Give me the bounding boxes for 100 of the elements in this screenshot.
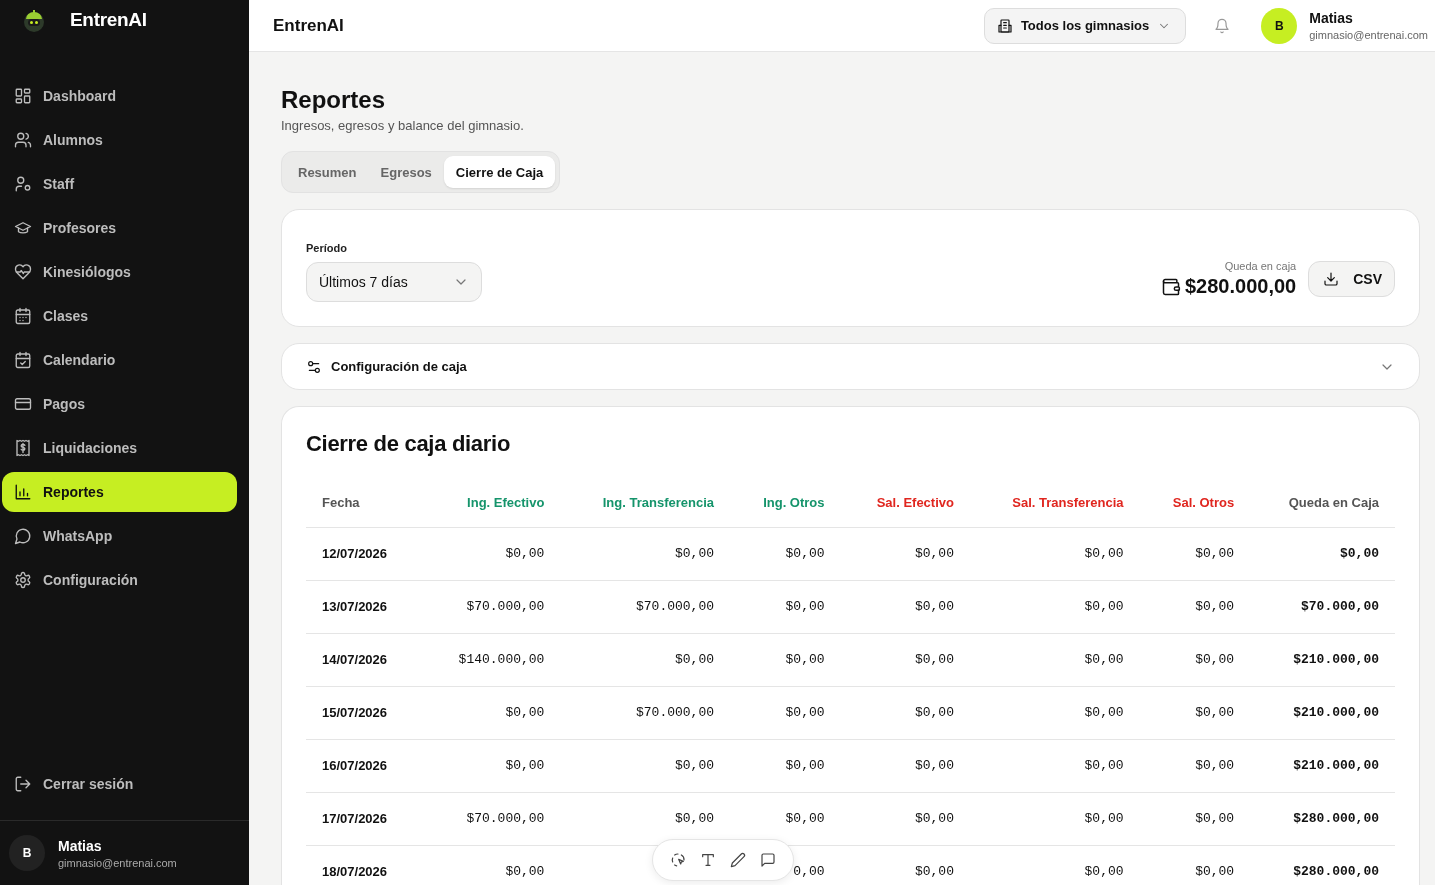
nav-item[interactable]: WhatsApp (2, 516, 237, 556)
table-cell: $0,00 (730, 580, 841, 633)
table-cell: $0,00 (969, 580, 1140, 633)
table-cell: $210.000,00 (1250, 739, 1395, 792)
lasso-select-icon (670, 852, 686, 868)
nav-item[interactable]: Dashboard (2, 76, 237, 116)
table-cell: $0,00 (420, 527, 561, 580)
csv-export-button[interactable]: CSV (1308, 261, 1395, 297)
column-header: Sal. Transferencia (969, 479, 1140, 527)
table-cell: $0,00 (840, 686, 970, 739)
table-cell: $70.000,00 (560, 686, 730, 739)
column-header: Sal. Otros (1139, 479, 1251, 527)
table-cell: 12/07/2026 (306, 527, 421, 580)
heart-pulse-icon (14, 263, 32, 281)
bell-icon (1214, 17, 1231, 34)
nav-item[interactable]: Calendario (2, 340, 237, 380)
table-cell: $0,00 (730, 686, 841, 739)
table-cell: $0,00 (840, 792, 970, 845)
robot-logo-icon (21, 8, 47, 32)
receipt-icon (14, 439, 32, 457)
nav-item[interactable]: Kinesiólogos (2, 252, 237, 292)
table-cell: $0,00 (1139, 739, 1251, 792)
nav-item[interactable]: Staff (2, 164, 237, 204)
period-label: Período (306, 242, 348, 254)
dashboard-icon (14, 87, 32, 105)
table-cell: $0,00 (560, 633, 730, 686)
nav-item[interactable]: Liquidaciones (2, 428, 237, 468)
table-cell: $0,00 (1250, 527, 1395, 580)
table-cell: $0,00 (420, 739, 561, 792)
table-cell: $0,00 (840, 527, 970, 580)
table-cell: 15/07/2026 (306, 686, 421, 739)
user-email: gimnasio@entrenai.com (58, 856, 177, 869)
table-cell: $0,00 (840, 580, 970, 633)
pencil-icon (730, 852, 746, 868)
table-cell: $0,00 (840, 739, 970, 792)
table-cell: $0,00 (840, 633, 970, 686)
balance-label: Queda en caja (1224, 260, 1297, 272)
page-subtitle: Ingresos, egresos y balance del gimnasio. (281, 118, 525, 133)
table-cell: $0,00 (420, 686, 561, 739)
table-cell: $0,00 (1139, 580, 1251, 633)
table-cell: $280.000,00 (1250, 845, 1395, 885)
column-header: Queda en Caja (1250, 479, 1395, 527)
building-icon (996, 17, 1013, 34)
download-icon (1323, 271, 1340, 287)
users-icon (14, 131, 32, 149)
column-header: Ing. Efectivo (420, 479, 561, 527)
gym-selector[interactable]: Todos los gimnasios (983, 7, 1187, 44)
table-title: Cierre de caja diario (306, 431, 512, 457)
credit-card-icon (14, 395, 32, 413)
text-tool-icon (700, 852, 716, 868)
column-header: Ing. Otros (730, 479, 841, 527)
table-cell: $0,00 (1139, 845, 1251, 885)
page-title: Reportes (281, 86, 387, 114)
table-cell: $0,00 (1139, 686, 1251, 739)
table-cell: $0,00 (969, 633, 1140, 686)
table-cell: $0,00 (1139, 792, 1251, 845)
cash-config-panel[interactable]: Configuración de caja (281, 343, 1420, 390)
table-cell: $280.000,00 (1250, 792, 1395, 845)
column-header: Ing. Transferencia (560, 479, 730, 527)
column-header: Fecha (306, 479, 421, 527)
nav-item[interactable]: Profesores (2, 208, 237, 248)
table-cell: $140.000,00 (420, 633, 561, 686)
user-gear-icon (14, 175, 32, 193)
table-cell: $0,00 (730, 633, 841, 686)
table-cell: $210.000,00 (1250, 686, 1395, 739)
chat-bubble-icon (14, 527, 32, 545)
user-email: gimnasio@entrenai.com (1309, 29, 1428, 41)
table-cell: $70.000,00 (420, 792, 561, 845)
wallet-icon (1160, 276, 1181, 297)
table-cell: $0,00 (1139, 527, 1251, 580)
table-cell: $210.000,00 (1250, 633, 1395, 686)
calendar-icon (14, 307, 32, 325)
user-avatar[interactable]: B (1261, 7, 1298, 44)
comment-icon (760, 852, 776, 868)
nav-item[interactable]: Configuración (2, 560, 237, 600)
tab[interactable]: Resumen (286, 156, 369, 188)
table-cell: 13/07/2026 (306, 580, 421, 633)
table-cell: $0,00 (420, 845, 561, 885)
table-cell: 16/07/2026 (306, 739, 421, 792)
table-cell: 18/07/2026 (306, 845, 421, 885)
nav-item[interactable]: Pagos (2, 384, 237, 424)
logout-link[interactable]: Cerrar sesión (2, 764, 237, 804)
nav-item[interactable]: Reportes (2, 472, 237, 512)
calendar-check-icon (14, 351, 32, 369)
nav-item[interactable]: Clases (2, 296, 237, 336)
column-header: Sal. Efectivo (840, 479, 970, 527)
nav-item[interactable]: Alumnos (2, 120, 237, 160)
user-avatar: B (9, 835, 45, 871)
logout-icon (14, 775, 32, 793)
table-cell: $0,00 (840, 845, 970, 885)
table-cell: $0,00 (969, 527, 1140, 580)
app-title: EntrenAI (273, 15, 344, 36)
tab[interactable]: Egresos (368, 156, 444, 188)
tab[interactable]: Cierre de Caja (443, 156, 556, 188)
user-name: Matias (1309, 10, 1354, 26)
table-cell: $0,00 (969, 792, 1140, 845)
period-select[interactable]: Últimos 7 días (306, 262, 482, 302)
table-cell: $0,00 (560, 739, 730, 792)
bar-chart-icon (14, 483, 32, 501)
settings-icon (14, 571, 32, 589)
